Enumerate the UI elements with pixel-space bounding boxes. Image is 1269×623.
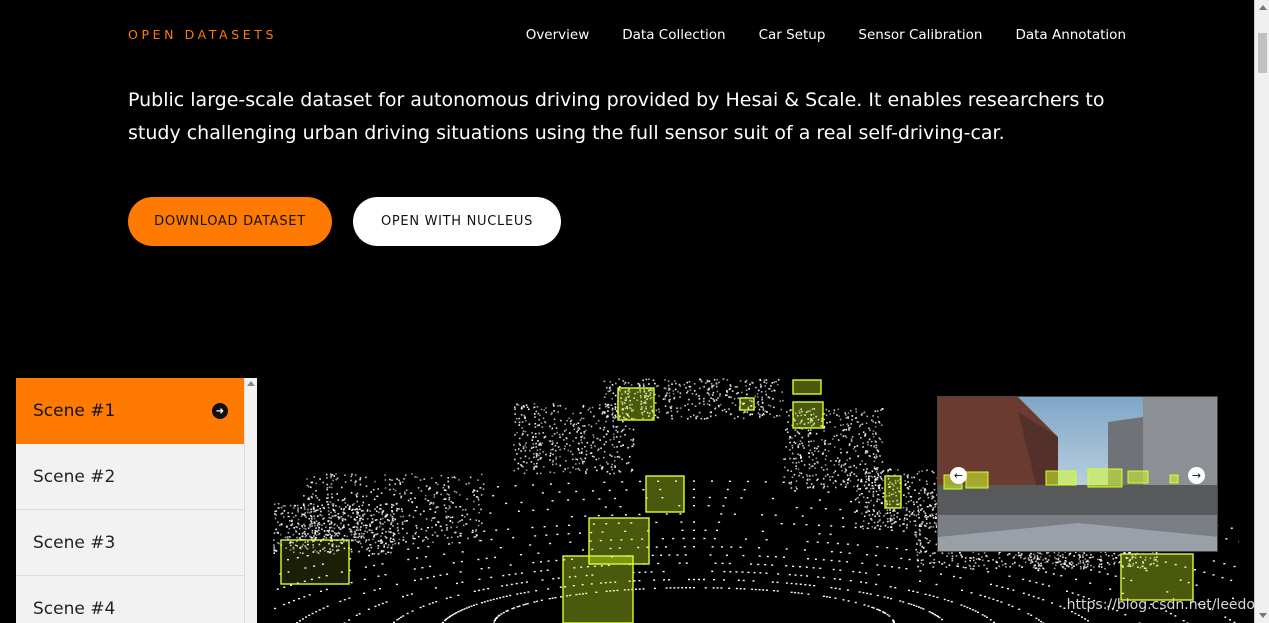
previous-image-icon[interactable]: ← <box>950 467 967 484</box>
page-scrollbar[interactable] <box>1254 0 1269 623</box>
annotation-box <box>1127 470 1149 484</box>
annotation-box <box>1169 474 1179 484</box>
next-image-icon[interactable]: → <box>1188 467 1205 484</box>
scroll-down-icon[interactable] <box>1259 613 1267 618</box>
annotation-box <box>739 397 755 411</box>
nav-link-overview[interactable]: Overview <box>526 27 590 43</box>
scene-item-2[interactable]: Scene #2 <box>16 444 244 510</box>
annotation-box <box>280 539 350 585</box>
arrow-right-icon: ➜ <box>212 403 228 419</box>
top-navigation: OPEN DATASETS Overview Data Collection C… <box>0 0 1254 70</box>
scene-item-4[interactable]: Scene #4 <box>16 576 244 623</box>
scene-item-label: Scene #4 <box>33 598 116 619</box>
annotation-box <box>562 555 634 623</box>
camera-preview[interactable]: ← → <box>937 396 1218 552</box>
scrollbar-thumb[interactable] <box>1258 33 1267 73</box>
nav-link-data-annotation[interactable]: Data Annotation <box>1015 27 1126 43</box>
download-dataset-button[interactable]: DOWNLOAD DATASET <box>128 197 332 246</box>
open-with-nucleus-button[interactable]: OPEN WITH NUCLEUS <box>353 197 561 246</box>
annotation-box <box>884 475 902 509</box>
annotation-box <box>792 401 824 429</box>
nav-link-data-collection[interactable]: Data Collection <box>622 27 725 43</box>
scroll-up-icon[interactable] <box>1259 5 1267 10</box>
hero-description: Public large-scale dataset for autonomou… <box>128 89 1105 144</box>
watermark-text: https://blog.csdn.net/leedo <box>1066 597 1255 613</box>
nav-link-car-setup[interactable]: Car Setup <box>759 27 826 43</box>
annotation-box <box>617 387 655 421</box>
scene-item-label: Scene #1 <box>33 401 116 421</box>
scroll-up-icon[interactable] <box>247 381 255 386</box>
annotation-box <box>1045 470 1077 486</box>
annotation-box <box>792 379 822 395</box>
scene-list-scrollbar[interactable] <box>244 378 257 623</box>
scene-list: Scene #1 ➜ Scene #2 Scene #3 Scene #4 <box>16 378 257 623</box>
annotation-box <box>1120 553 1194 601</box>
scene-item-3[interactable]: Scene #3 <box>16 510 244 576</box>
camera-image <box>938 397 1217 551</box>
scene-item-label: Scene #2 <box>33 466 116 487</box>
annotation-box <box>965 471 989 489</box>
annotation-box <box>1087 468 1123 488</box>
annotation-box <box>645 475 685 513</box>
nav-link-sensor-calibration[interactable]: Sensor Calibration <box>858 27 982 43</box>
nav-links: Overview Data Collection Car Setup Senso… <box>526 27 1126 43</box>
scene-item-1[interactable]: Scene #1 ➜ <box>16 378 244 444</box>
scene-item-label: Scene #3 <box>33 532 116 553</box>
brand-logo[interactable]: OPEN DATASETS <box>128 27 277 42</box>
